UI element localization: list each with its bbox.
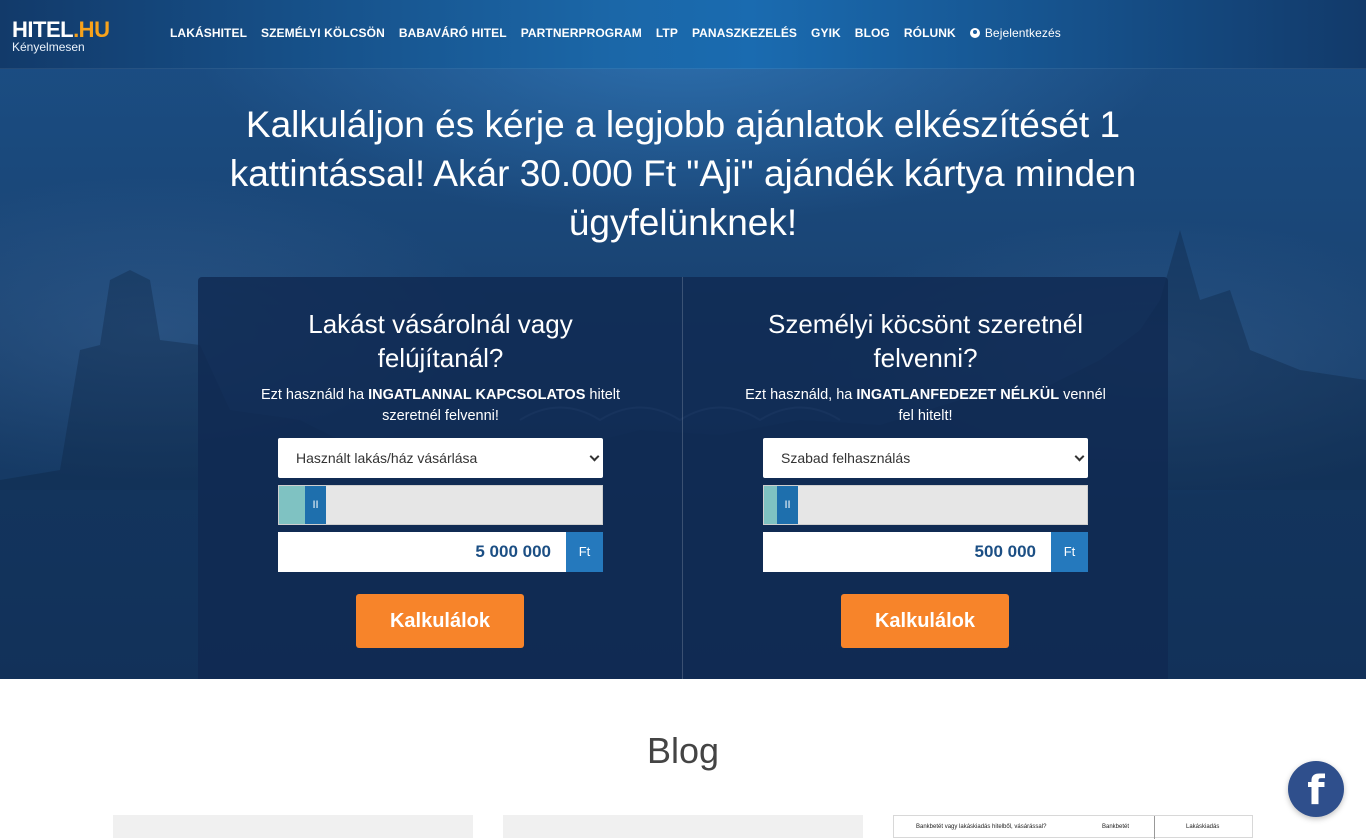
calculator-title: Személyi köcsönt szeretnél felvenni? <box>767 309 1084 373</box>
nav-item-lakashitel[interactable]: LAKÁSHITEL <box>170 26 247 40</box>
blog-card[interactable]: Bankbetét vagy lakáskiadás hitelből, vás… <box>893 815 1253 839</box>
hero-headline: Kalkuláljon és kérje a legjobb ajánlatok… <box>229 104 1137 243</box>
slider-handle[interactable]: II <box>777 486 798 524</box>
calculator-description: Ezt használd ha INGATLANNAL KAPCSOLATOS … <box>260 387 621 424</box>
calculate-button[interactable]: Kalkulálok <box>841 594 1009 648</box>
blog-card[interactable] <box>503 815 863 838</box>
amount-field[interactable]: 500 000 Ft <box>763 532 1088 572</box>
blog-card[interactable] <box>113 815 473 838</box>
chevron-down-icon <box>1074 451 1085 462</box>
slider-fill <box>764 486 777 524</box>
nav-item-ltp[interactable]: LTP <box>656 26 678 40</box>
table-divider <box>1154 816 1155 839</box>
login-label: Bejelentkezés <box>984 26 1061 40</box>
nav-item-szemelyi-kolcson[interactable]: SZEMÉLYI KÖLCSÖN <box>261 26 385 40</box>
calculator-title: Lakást vásárolnál vagy felújítanál? <box>308 309 573 373</box>
amount-slider[interactable]: II <box>278 485 603 525</box>
amount-value[interactable]: 500 000 <box>763 532 1051 572</box>
site-logo[interactable]: HITEL.HU Kényelmesen <box>12 17 110 54</box>
select-value: Szabad felhasználás <box>781 450 911 466</box>
login-link[interactable]: Bejelentkezés <box>969 26 1061 40</box>
amount-value[interactable]: 5 000 000 <box>278 532 566 572</box>
select-value: Használt lakás/ház vásárlása <box>296 450 478 466</box>
loan-purpose-select[interactable]: Használt lakás/ház vásárlása <box>278 438 603 478</box>
blog-section-title: Blog <box>646 730 720 771</box>
personal-loan-calculator: Személyi köcsönt szeretnél felvenni? Ezt… <box>683 277 1168 679</box>
logo-main-text: HITEL <box>12 17 74 42</box>
amount-slider[interactable]: II <box>763 485 1088 525</box>
slider-handle[interactable]: II <box>305 486 326 524</box>
currency-label: Ft <box>566 532 603 572</box>
top-navigation-bar: HITEL.HU Kényelmesen LAKÁSHITEL SZEMÉLYI… <box>0 0 1366 69</box>
calculator-panel: Lakást vásárolnál vagy felújítanál? Ezt … <box>198 277 1168 679</box>
slider-fill <box>279 486 305 524</box>
chevron-down-icon <box>589 451 600 462</box>
nav-item-panaszkezeles[interactable]: PANASZKEZELÉS <box>692 26 797 40</box>
nav-item-rolunk[interactable]: RÓLUNK <box>904 26 956 40</box>
loan-purpose-select[interactable]: Szabad felhasználás <box>763 438 1088 478</box>
main-menu: LAKÁSHITEL SZEMÉLYI KÖLCSÖN BABAVÁRÓ HIT… <box>170 25 1075 41</box>
blog-card-table-cell: Bankbetét vagy lakáskiadás hitelből, vás… <box>916 824 1047 830</box>
logo-tagline: Kényelmesen <box>12 40 85 54</box>
nav-item-gyik[interactable]: GYIK <box>811 26 841 40</box>
calculate-button[interactable]: Kalkulálok <box>356 594 524 648</box>
nav-item-blog[interactable]: BLOG <box>855 26 890 40</box>
calculator-description: Ezt használd, ha INGATLANFEDEZET NÉLKÜL … <box>745 387 1106 424</box>
blog-card-table-cell: Bankbetét <box>1102 824 1130 830</box>
facebook-icon[interactable]: f <box>1288 761 1344 817</box>
user-icon <box>969 28 980 38</box>
blog-card-table-cell: Lakáskiadás <box>1186 824 1220 830</box>
nav-item-babavaro-hitel[interactable]: BABAVÁRÓ HITEL <box>399 26 507 40</box>
currency-label: Ft <box>1051 532 1088 572</box>
amount-field[interactable]: 5 000 000 Ft <box>278 532 603 572</box>
nav-item-partnerprogram[interactable]: PARTNERPROGRAM <box>521 26 642 40</box>
mortgage-calculator: Lakást vásárolnál vagy felújítanál? Ezt … <box>198 277 683 679</box>
logo-tld-text: .HU <box>73 17 110 42</box>
